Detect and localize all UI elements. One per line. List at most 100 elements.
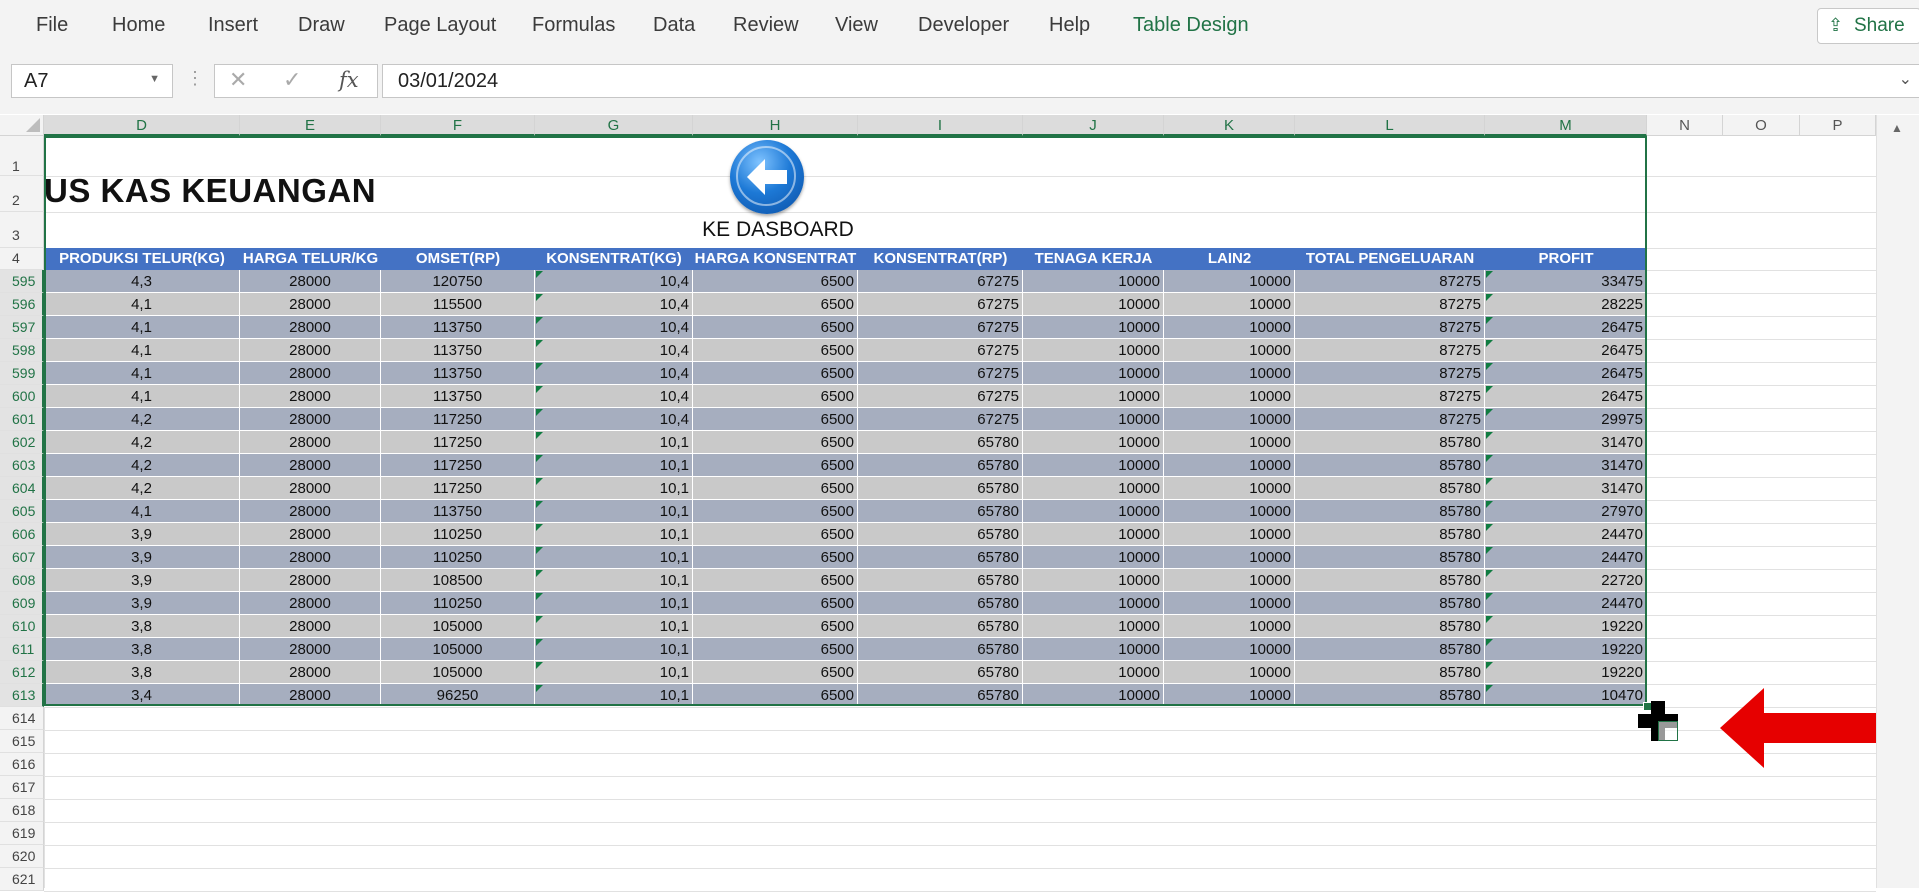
tab-help[interactable]: Help: [1049, 14, 1090, 37]
error-indicator-icon[interactable]: [1486, 547, 1493, 554]
table-cell[interactable]: 28000: [240, 684, 381, 707]
table-cell[interactable]: 10000: [1164, 316, 1295, 339]
table-cell[interactable]: 10000: [1164, 638, 1295, 661]
table-cell[interactable]: 6500: [693, 362, 858, 385]
table-cell[interactable]: 85780: [1295, 546, 1485, 569]
table-cell[interactable]: 96250: [381, 684, 535, 707]
table-cell[interactable]: 10000: [1164, 339, 1295, 362]
table-cell[interactable]: 6500: [693, 684, 858, 707]
table-cell[interactable]: 26475: [1485, 316, 1647, 339]
table-cell[interactable]: 6500: [693, 638, 858, 661]
row-header[interactable]: 596: [0, 293, 44, 316]
table-cell[interactable]: 10,1: [535, 523, 693, 546]
tab-data[interactable]: Data: [653, 14, 695, 37]
error-indicator-icon[interactable]: [1486, 662, 1493, 669]
error-indicator-icon[interactable]: [1486, 524, 1493, 531]
table-cell[interactable]: 110250: [381, 546, 535, 569]
table-cell[interactable]: 6500: [693, 408, 858, 431]
table-cell[interactable]: 10470: [1485, 684, 1647, 707]
error-indicator-icon[interactable]: [1486, 386, 1493, 393]
table-cell[interactable]: 85780: [1295, 454, 1485, 477]
table-cell[interactable]: 67275: [858, 408, 1023, 431]
tab-insert[interactable]: Insert: [208, 14, 258, 37]
table-cell[interactable]: 24470: [1485, 592, 1647, 615]
tab-file[interactable]: File: [36, 14, 68, 37]
table-cell[interactable]: 4,1: [44, 293, 240, 316]
table-cell[interactable]: 87275: [1295, 339, 1485, 362]
table-cell[interactable]: 10,4: [535, 270, 693, 293]
table-cell[interactable]: 110250: [381, 523, 535, 546]
tab-developer[interactable]: Developer: [918, 14, 1009, 37]
table-cell[interactable]: 85780: [1295, 638, 1485, 661]
table-cell[interactable]: 33475: [1485, 270, 1647, 293]
row-header[interactable]: 614: [0, 707, 44, 730]
table-cell[interactable]: 19220: [1485, 615, 1647, 638]
table-cell[interactable]: 4,1: [44, 385, 240, 408]
table-cell[interactable]: 28000: [240, 592, 381, 615]
table-cell[interactable]: 10000: [1164, 661, 1295, 684]
error-indicator-icon[interactable]: [536, 363, 543, 370]
table-cell[interactable]: 28000: [240, 638, 381, 661]
share-button[interactable]: ⇪ Share: [1817, 8, 1919, 44]
row-header-3[interactable]: 3: [0, 212, 44, 248]
row-header[interactable]: 619: [0, 822, 44, 845]
column-header-e[interactable]: E: [240, 115, 381, 136]
row-header[interactable]: 597: [0, 316, 44, 339]
table-cell[interactable]: 10,1: [535, 546, 693, 569]
table-cell[interactable]: 3,8: [44, 615, 240, 638]
column-header-l[interactable]: L: [1295, 115, 1485, 136]
table-cell[interactable]: 26475: [1485, 385, 1647, 408]
table-cell[interactable]: 87275: [1295, 270, 1485, 293]
column-header-k[interactable]: K: [1164, 115, 1295, 136]
row-header[interactable]: 616: [0, 753, 44, 776]
table-cell[interactable]: 6500: [693, 385, 858, 408]
error-indicator-icon[interactable]: [536, 340, 543, 347]
table-cell[interactable]: 28000: [240, 477, 381, 500]
table-cell[interactable]: 24470: [1485, 523, 1647, 546]
error-indicator-icon[interactable]: [536, 317, 543, 324]
table-cell[interactable]: 28000: [240, 569, 381, 592]
error-indicator-icon[interactable]: [536, 478, 543, 485]
table-cell[interactable]: 113750: [381, 362, 535, 385]
row-header[interactable]: 615: [0, 730, 44, 753]
table-cell[interactable]: 4,1: [44, 339, 240, 362]
table-cell[interactable]: 28000: [240, 454, 381, 477]
row-header[interactable]: 608: [0, 569, 44, 592]
table-cell[interactable]: 28000: [240, 661, 381, 684]
insert-function-icon[interactable]: fx: [339, 68, 359, 92]
table-cell[interactable]: 10000: [1023, 523, 1164, 546]
row-header[interactable]: 612: [0, 661, 44, 684]
table-cell[interactable]: 10,1: [535, 638, 693, 661]
row-header[interactable]: 620: [0, 845, 44, 868]
row-header[interactable]: 600: [0, 385, 44, 408]
table-cell[interactable]: 6500: [693, 270, 858, 293]
table-cell[interactable]: 10000: [1023, 477, 1164, 500]
table-cell[interactable]: 28000: [240, 523, 381, 546]
table-cell[interactable]: 27970: [1485, 500, 1647, 523]
row-header[interactable]: 607: [0, 546, 44, 569]
error-indicator-icon[interactable]: [1486, 570, 1493, 577]
table-cell[interactable]: 28000: [240, 316, 381, 339]
table-cell[interactable]: 108500: [381, 569, 535, 592]
table-cell[interactable]: 4,2: [44, 408, 240, 431]
table-cell[interactable]: 85780: [1295, 684, 1485, 707]
table-cell[interactable]: 87275: [1295, 316, 1485, 339]
table-cell[interactable]: 28000: [240, 431, 381, 454]
row-header[interactable]: 602: [0, 431, 44, 454]
table-cell[interactable]: 87275: [1295, 385, 1485, 408]
table-cell[interactable]: 10000: [1023, 385, 1164, 408]
table-cell[interactable]: 65780: [858, 661, 1023, 684]
table-cell[interactable]: 105000: [381, 661, 535, 684]
error-indicator-icon[interactable]: [1486, 501, 1493, 508]
table-cell[interactable]: 28000: [240, 362, 381, 385]
table-cell[interactable]: 87275: [1295, 408, 1485, 431]
error-indicator-icon[interactable]: [536, 409, 543, 416]
error-indicator-icon[interactable]: [1486, 616, 1493, 623]
table-cell[interactable]: 65780: [858, 454, 1023, 477]
error-indicator-icon[interactable]: [536, 386, 543, 393]
header-lain2[interactable]: LAIN2: [1164, 248, 1295, 270]
table-cell[interactable]: 87275: [1295, 362, 1485, 385]
chevron-down-icon[interactable]: ▼: [149, 73, 160, 85]
table-cell[interactable]: 6500: [693, 339, 858, 362]
header-konsentrat-rp[interactable]: KONSENTRAT(RP): [858, 248, 1023, 270]
